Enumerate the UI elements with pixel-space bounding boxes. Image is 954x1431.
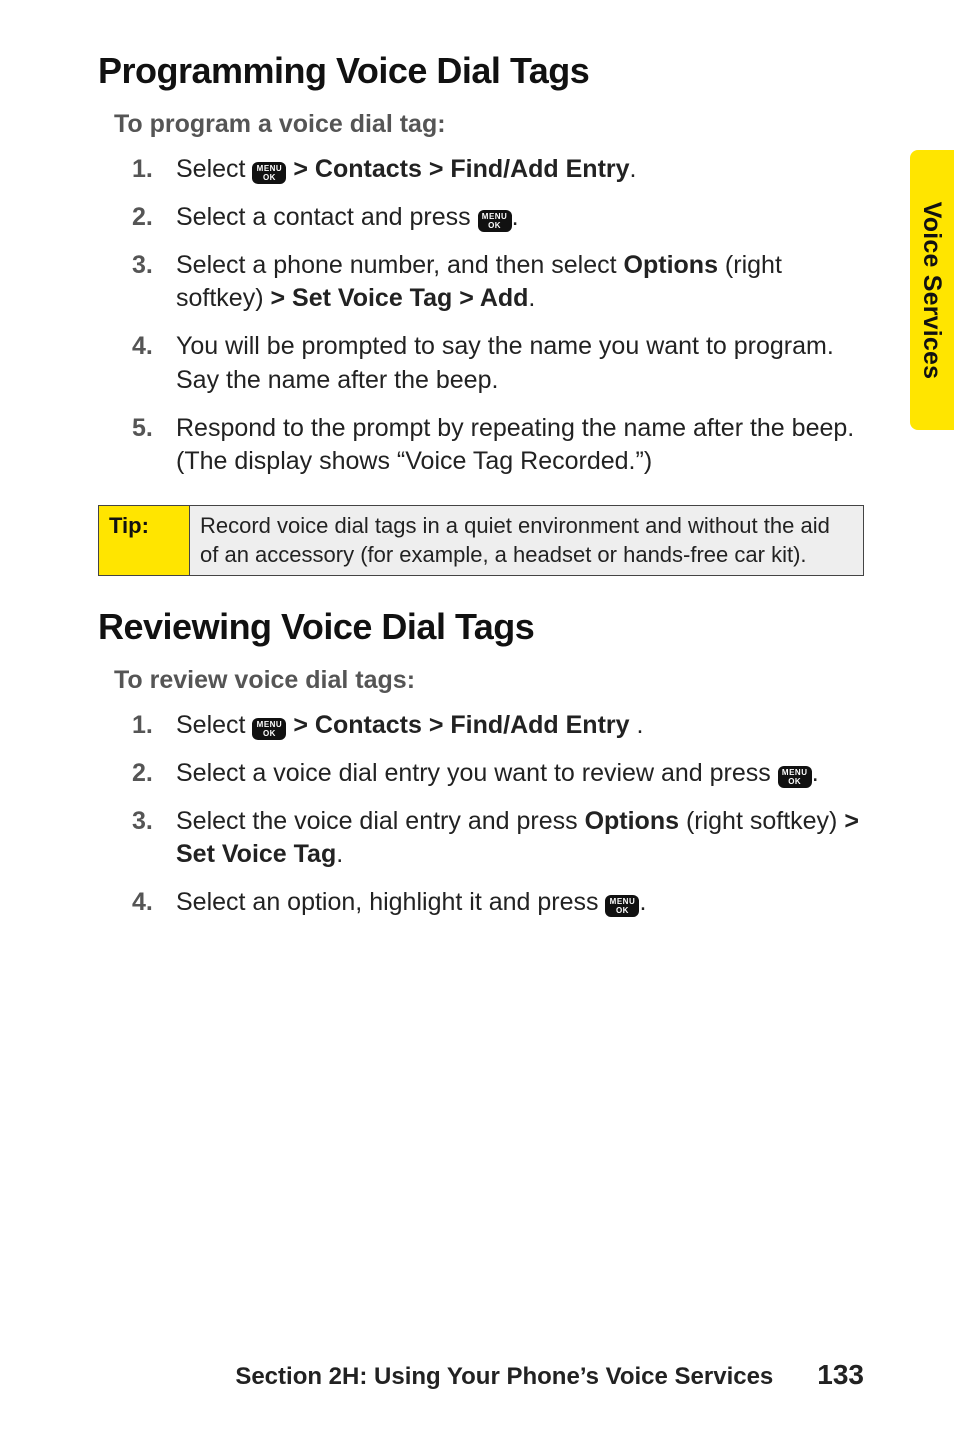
page-footer: Section 2H: Using Your Phone’s Voice Ser… (0, 1359, 954, 1391)
step-item: Select a contact and press MENUOK. (98, 201, 864, 235)
step-item: Select a phone number, and then select O… (98, 249, 864, 317)
steps-review: Select MENUOK > Contacts > Find/Add Entr… (98, 709, 864, 920)
step-text-pre: You will be prompted to say the name you… (176, 332, 834, 394)
step-text-aftericon: . (512, 203, 519, 231)
step-text-pre: Select the voice dial entry and press (176, 807, 585, 835)
step-text-strong: > Contacts > Find/Add Entry (293, 711, 629, 739)
step-text-pre: Respond to the prompt by repeating the n… (176, 414, 854, 476)
menu-ok-icon: MENUOK (778, 766, 812, 788)
steps-program: Select MENUOK > Contacts > Find/Add Entr… (98, 153, 864, 479)
tip-box: Tip: Record voice dial tags in a quiet e… (98, 505, 864, 576)
step-item: Select MENUOK > Contacts > Find/Add Entr… (98, 153, 864, 187)
lead-program: To program a voice dial tag: (114, 110, 864, 139)
step-text-pre: Select a contact and press (176, 203, 478, 231)
step-text-post: . (528, 284, 535, 312)
step-item: Select an option, highlight it and press… (98, 886, 864, 920)
step-text-pre: Select (176, 711, 252, 739)
section-title-reviewing: Reviewing Voice Dial Tags (98, 606, 864, 648)
section-side-tab: Voice Services (910, 150, 954, 430)
step-text-pre: Select a voice dial entry you want to re… (176, 759, 778, 787)
step-text-post: . (336, 840, 343, 868)
step-text-aftericon: . (639, 888, 646, 916)
menu-ok-icon: MENUOK (252, 162, 286, 184)
step-text-strong2: > Set Voice Tag > Add (270, 284, 528, 312)
step-text-pre: Select a phone number, and then select (176, 251, 624, 279)
footer-section-label: Section 2H: Using Your Phone’s Voice Ser… (235, 1363, 773, 1391)
step-text-strong1: Options (585, 807, 679, 835)
step-text-post: . (630, 711, 644, 739)
tip-body: Record voice dial tags in a quiet enviro… (190, 506, 864, 576)
section-title-programming: Programming Voice Dial Tags (98, 50, 864, 92)
step-text-post: . (630, 155, 637, 183)
side-tab-label: Voice Services (918, 201, 947, 378)
lead-review: To review voice dial tags: (114, 666, 864, 695)
step-text-mid1: (right softkey) (679, 807, 844, 835)
tip-label: Tip: (99, 506, 190, 576)
menu-ok-icon: MENUOK (252, 718, 286, 740)
menu-ok-icon: MENUOK (605, 895, 639, 917)
footer-page-number: 133 (817, 1359, 864, 1391)
step-text-pre: Select (176, 155, 252, 183)
step-item: You will be prompted to say the name you… (98, 330, 864, 398)
step-item: Select MENUOK > Contacts > Find/Add Entr… (98, 709, 864, 743)
step-text-aftericon: . (812, 759, 819, 787)
step-text-pre: Select an option, highlight it and press (176, 888, 605, 916)
page-root: Voice Services Programming Voice Dial Ta… (0, 0, 954, 1431)
menu-ok-icon: MENUOK (478, 210, 512, 232)
step-item: Respond to the prompt by repeating the n… (98, 412, 864, 480)
step-text-strong1: Options (624, 251, 718, 279)
step-text-strong: > Contacts > Find/Add Entry (293, 155, 629, 183)
step-item: Select a voice dial entry you want to re… (98, 757, 864, 791)
step-item: Select the voice dial entry and press Op… (98, 805, 864, 873)
